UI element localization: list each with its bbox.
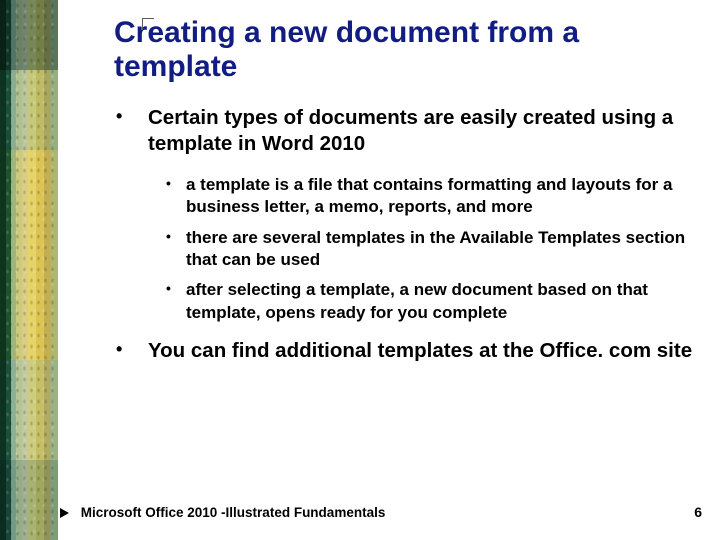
slide-title: Creating a new document from a template: [114, 16, 634, 83]
bullet-text: You can find additional templates at the…: [148, 339, 692, 362]
sub-bullet-item: after selecting a template, a new docume…: [164, 279, 694, 324]
slide-footer: Microsoft Office 2010 -Illustrated Funda…: [60, 504, 702, 520]
sub-bullet-text: after selecting a template, a new docume…: [186, 280, 648, 321]
sub-bullet-item: there are several templates in the Avail…: [164, 227, 694, 272]
bullet-list-top: You can find additional templates at the…: [112, 338, 694, 364]
footer-left: Microsoft Office 2010 -Illustrated Funda…: [60, 505, 385, 520]
footer-text: Microsoft Office 2010 -Illustrated Funda…: [81, 505, 386, 520]
page-number: 6: [694, 504, 702, 520]
bullet-item: You can find additional templates at the…: [112, 338, 694, 364]
triangle-right-icon: [60, 508, 69, 518]
sub-bullet-text: a template is a file that contains forma…: [186, 175, 672, 216]
sub-bullet-item: a template is a file that contains forma…: [164, 174, 694, 219]
decorative-sidebar: [0, 0, 58, 540]
bullet-text: Certain types of documents are easily cr…: [148, 106, 673, 155]
bullet-item: Certain types of documents are easily cr…: [112, 105, 694, 157]
sub-bullet-text: there are several templates in the Avail…: [186, 228, 685, 269]
bullet-list-top: Certain types of documents are easily cr…: [112, 105, 694, 157]
slide-body: Creating a new document from a template …: [58, 0, 720, 540]
bullet-list-sub: a template is a file that contains forma…: [164, 174, 694, 325]
placeholder-corner-mark: [142, 18, 154, 30]
